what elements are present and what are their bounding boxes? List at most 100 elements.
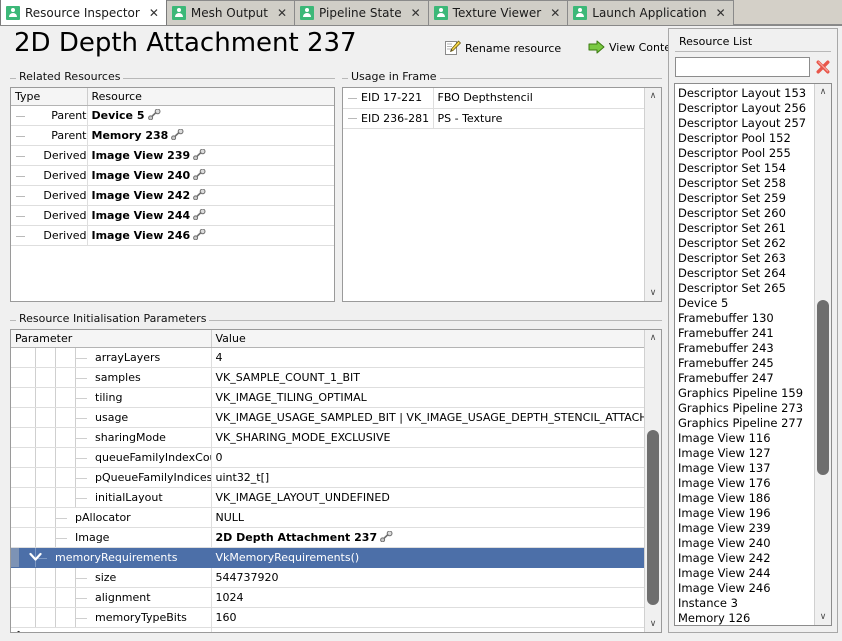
resource-list-item[interactable]: Framebuffer 245	[678, 356, 814, 371]
param-value-cell[interactable]: VkMemoryRequirements()	[211, 547, 644, 568]
resource-list-item[interactable]: Descriptor Layout 153	[678, 86, 814, 101]
resource-list-item[interactable]: Framebuffer 243	[678, 341, 814, 356]
scroll-up-icon[interactable]: ∧	[645, 330, 661, 346]
resource-list-item[interactable]: Framebuffer 241	[678, 326, 814, 341]
resource-list-item[interactable]: Descriptor Set 261	[678, 221, 814, 236]
table-row[interactable]: EID 236-281 PS - Texture	[343, 108, 644, 129]
param-name-cell[interactable]: alignment	[11, 587, 212, 608]
resource-list-item[interactable]: Image View 242	[678, 551, 814, 566]
resource-list-item[interactable]: Image View 244	[678, 566, 814, 581]
scroll-down-icon[interactable]: ∨	[815, 609, 831, 625]
table-row[interactable]: EID 17-221 FBO Depthstencil	[343, 88, 644, 109]
param-value-cell[interactable]: 1024	[211, 587, 644, 608]
table-row[interactable]: pQueueFamilyIndices uint32_t[]	[11, 467, 644, 488]
table-row[interactable]: memoryTypeBits 160	[11, 607, 644, 628]
link-icon[interactable]	[380, 530, 393, 543]
param-name-cell[interactable]: queueFamilyIndexCount	[11, 447, 212, 468]
resource-list-item[interactable]: Descriptor Set 262	[678, 236, 814, 251]
column-header-parameter[interactable]: Parameter	[11, 330, 212, 348]
param-name-cell[interactable]: size	[11, 567, 212, 588]
resource-list-item[interactable]: Image View 196	[678, 506, 814, 521]
resource-list-item[interactable]: Descriptor Layout 257	[678, 116, 814, 131]
params-scroll-thumb[interactable]	[647, 430, 659, 605]
params-scrollbar[interactable]: ∧ ∨	[644, 330, 661, 632]
tab-mesh-output[interactable]: Mesh Output ✕	[165, 0, 296, 25]
resource-filter-input[interactable]	[675, 57, 810, 77]
resource-list-item[interactable]: Descriptor Set 260	[678, 206, 814, 221]
tab-close-icon[interactable]: ✕	[277, 7, 287, 19]
table-row[interactable]: Derived Image View 239	[11, 145, 334, 166]
table-row[interactable]: size 544737920	[11, 567, 644, 588]
link-icon[interactable]	[193, 188, 206, 201]
column-header-value[interactable]: Value	[211, 330, 644, 348]
resource-list-item[interactable]: Framebuffer 247	[678, 371, 814, 386]
param-name-cell[interactable]: memoryRequirements	[11, 547, 212, 568]
table-row[interactable]: Derived Image View 244	[11, 205, 334, 226]
usage-scrollbar[interactable]: ∧ ∨	[644, 88, 661, 301]
table-row[interactable]: Derived Image View 246	[11, 225, 334, 246]
resource-list-item[interactable]: Instance 3	[678, 596, 814, 611]
table-row[interactable]: memoryRequirements VkMemoryRequirements()	[11, 547, 644, 568]
scroll-up-icon[interactable]: ∧	[815, 84, 831, 100]
table-row[interactable]: Image 2D Depth Attachment 237	[11, 527, 644, 548]
param-name-cell[interactable]: initialLayout	[11, 487, 212, 508]
link-icon[interactable]	[193, 208, 206, 221]
param-name-cell[interactable]: vkBindImageMemory	[11, 627, 212, 632]
table-row[interactable]: sharingMode VK_SHARING_MODE_EXCLUSIVE	[11, 427, 644, 448]
table-row[interactable]: usage VK_IMAGE_USAGE_SAMPLED_BIT | VK_IMA…	[11, 407, 644, 428]
expand-arrow-icon[interactable]	[17, 630, 26, 632]
param-value-cell[interactable]: VK_IMAGE_LAYOUT_UNDEFINED	[211, 487, 644, 508]
resource-list-item[interactable]: Descriptor Layout 256	[678, 101, 814, 116]
resource-list-item[interactable]: Image View 116	[678, 431, 814, 446]
scroll-up-icon[interactable]: ∧	[645, 88, 661, 104]
param-value-cell[interactable]: 544737920	[211, 567, 644, 588]
resource-list-item[interactable]: Image View 137	[678, 461, 814, 476]
link-icon[interactable]	[147, 108, 161, 121]
table-row[interactable]: Derived Image View 240	[11, 165, 334, 186]
link-icon[interactable]	[171, 128, 184, 141]
tab-launch-application[interactable]: Launch Application ✕	[567, 0, 734, 25]
table-row[interactable]: Derived Image View 242	[11, 185, 334, 206]
resource-list-item[interactable]: Descriptor Set 265	[678, 281, 814, 296]
param-value-cell[interactable]: 0	[211, 447, 644, 468]
param-name-cell[interactable]: memoryTypeBits	[11, 607, 212, 628]
column-header-resource[interactable]: Resource	[87, 88, 334, 106]
param-value-cell[interactable]	[211, 627, 644, 632]
table-row[interactable]: vkBindImageMemory	[11, 627, 644, 632]
table-row[interactable]: arrayLayers 4	[11, 347, 644, 368]
scroll-down-icon[interactable]: ∨	[645, 285, 661, 301]
param-name-cell[interactable]: tiling	[11, 387, 212, 408]
param-name-cell[interactable]: pAllocator	[11, 507, 212, 528]
resource-list-scrollbar[interactable]: ∧ ∨	[814, 84, 831, 625]
param-value-cell[interactable]: 4	[211, 347, 644, 368]
resource-list-item[interactable]: Memory 126	[678, 611, 814, 625]
resource-list-item[interactable]: Image View 176	[678, 476, 814, 491]
resource-list-item[interactable]: Descriptor Set 154	[678, 161, 814, 176]
collapse-arrow-icon[interactable]	[29, 552, 42, 563]
related-resource-cell[interactable]: Image View 244	[87, 205, 334, 226]
param-value-cell[interactable]: NULL	[211, 507, 644, 528]
table-row[interactable]: tiling VK_IMAGE_TILING_OPTIMAL	[11, 387, 644, 408]
rename-resource-button[interactable]: Rename resource	[445, 40, 561, 56]
related-resource-cell[interactable]: Memory 238	[87, 125, 334, 146]
tab-texture-viewer[interactable]: Texture Viewer ✕	[427, 0, 569, 25]
table-row[interactable]: queueFamilyIndexCount 0	[11, 447, 644, 468]
resource-list-item[interactable]: Graphics Pipeline 159	[678, 386, 814, 401]
resource-list-item[interactable]: Image View 239	[678, 521, 814, 536]
param-value-cell[interactable]: VK_SHARING_MODE_EXCLUSIVE	[211, 427, 644, 448]
tab-close-icon[interactable]: ✕	[716, 7, 726, 19]
tab-close-icon[interactable]: ✕	[411, 7, 421, 19]
tab-resource-inspector[interactable]: Resource Inspector ✕	[0, 0, 167, 25]
table-row[interactable]: alignment 1024	[11, 587, 644, 608]
param-value-cell[interactable]: 160	[211, 607, 644, 628]
param-value-cell[interactable]: uint32_t[]	[211, 467, 644, 488]
resource-list-item[interactable]: Descriptor Pool 255	[678, 146, 814, 161]
link-icon[interactable]	[193, 168, 206, 181]
related-resource-cell[interactable]: Image View 239	[87, 145, 334, 166]
resource-list-item[interactable]: Device 5	[678, 296, 814, 311]
resource-listbox[interactable]: Descriptor Layout 153 Descriptor Layout 2…	[674, 83, 832, 626]
column-header-type[interactable]: Type	[11, 88, 88, 106]
param-value-cell[interactable]: VK_IMAGE_TILING_OPTIMAL	[211, 387, 644, 408]
related-resource-cell[interactable]: Image View 240	[87, 165, 334, 186]
param-name-cell[interactable]: sharingMode	[11, 427, 212, 448]
